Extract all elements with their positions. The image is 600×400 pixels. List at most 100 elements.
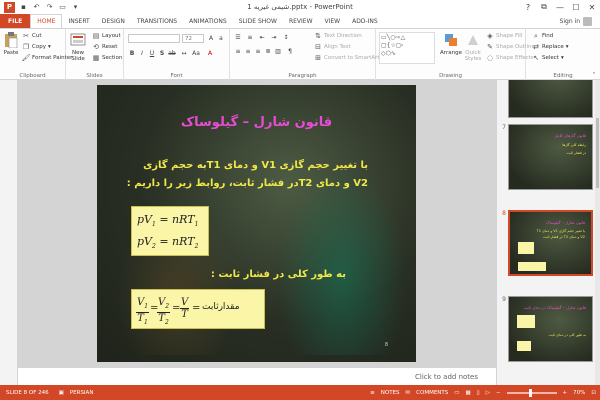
shape-chevron-icon[interactable]: › xyxy=(401,42,403,49)
undo-icon[interactable]: ↶ xyxy=(32,3,41,12)
slide-text-line[interactable]: با تغییر حجم گازی V1 و دمای T1به حجم گاز… xyxy=(143,160,368,171)
decrease-indent-icon[interactable]: ⇤ xyxy=(258,33,266,41)
reset-button[interactable]: ⟲ Reset xyxy=(92,43,117,51)
collapse-ribbon-icon[interactable]: ˄ xyxy=(590,71,598,79)
align-right-icon[interactable]: ≡ xyxy=(254,47,262,55)
tab-view[interactable]: VIEW xyxy=(319,14,347,28)
equation-box[interactable]: V1 T1 = V2 T2 = V T = مقدارثابت xyxy=(131,289,265,329)
shapes-gallery[interactable]: ▭╲○⇨△ ▢{☆◻› ◇⬡∿ xyxy=(379,32,435,64)
proofing-icon[interactable]: ▣ xyxy=(59,390,64,396)
thumbnail-item[interactable]: 9 قانون شارل – گیلوساک در دمای ثابت به ط… xyxy=(501,296,595,368)
text-direction-button[interactable]: ⇅ Text Direction xyxy=(314,32,362,40)
slide-text-line[interactable]: به طور کلی در فشار ثابت : xyxy=(211,269,346,280)
text-shadow-icon[interactable]: S xyxy=(158,49,166,57)
columns-icon[interactable]: ▥ xyxy=(274,47,282,55)
align-left-icon[interactable]: ≡ xyxy=(234,47,242,55)
reading-view-icon[interactable]: ▯ xyxy=(477,390,480,396)
tab-add-ins[interactable]: ADD-INS xyxy=(346,14,384,28)
zoom-level[interactable]: 70% xyxy=(573,390,585,396)
arrange-button[interactable]: Arrange xyxy=(440,31,462,56)
ribbon-display-options-button[interactable]: ⧉ xyxy=(536,0,552,14)
fit-slide-icon[interactable]: ⊡ xyxy=(591,390,596,396)
start-slideshow-icon[interactable]: ▭ xyxy=(58,3,67,12)
thumbnail-slide-image xyxy=(508,80,593,118)
sign-in[interactable]: Sign in xyxy=(560,14,592,28)
tab-review[interactable]: REVIEW xyxy=(283,14,319,28)
replace-button[interactable]: ⇄ Replace ▾ xyxy=(532,43,568,51)
shape-fill-button[interactable]: ◈ Shape Fill xyxy=(486,32,522,40)
scrollbar-thumb[interactable] xyxy=(596,118,599,188)
justify-icon[interactable]: ≣ xyxy=(264,47,272,55)
slide-title[interactable]: قانون شارل – گیلوساک xyxy=(97,115,416,130)
grow-font-icon[interactable]: A xyxy=(207,34,215,42)
tab-home[interactable]: HOME xyxy=(30,14,63,28)
change-case-icon[interactable]: Aa xyxy=(192,49,200,57)
tab-file[interactable]: FILE xyxy=(0,14,31,28)
customize-qat-icon[interactable]: ▾ xyxy=(71,3,80,12)
bold-icon[interactable]: B xyxy=(128,49,136,57)
close-button[interactable]: ✕ xyxy=(584,0,600,14)
zoom-in-icon[interactable]: + xyxy=(563,390,568,396)
numbering-icon[interactable]: ≡ xyxy=(246,33,254,41)
tab-design[interactable]: DESIGN xyxy=(96,14,131,28)
font-color-icon[interactable]: A xyxy=(206,49,214,57)
normal-view-icon[interactable]: ▭ xyxy=(454,390,459,396)
title-bar: P ▪ ↶ ↷ ▭ ▾ شیمی غیریه 1.pptx - PowerPoi… xyxy=(0,0,600,14)
tab-transitions[interactable]: TRANSITIONS xyxy=(131,14,183,28)
equation-box[interactable]: pV1 = nRT1 pV2 = nRT2 xyxy=(131,206,209,256)
bullets-icon[interactable]: ☰ xyxy=(234,33,242,41)
new-slide-button[interactable]: New Slide xyxy=(68,31,88,62)
eq-subscript: 2 xyxy=(194,243,199,251)
character-spacing-icon[interactable]: ↔ xyxy=(180,49,188,57)
font-size-input[interactable]: 72 xyxy=(182,34,204,43)
underline-icon[interactable]: U xyxy=(148,49,156,57)
shrink-font-icon[interactable]: a xyxy=(217,34,225,42)
cut-button[interactable]: ✂ Cut xyxy=(22,32,41,40)
copy-button[interactable]: ❐ Copy ▾ xyxy=(22,43,51,51)
format-painter-button[interactable]: 🖌 Format Painter xyxy=(22,54,73,62)
thumbnail-item[interactable]: 7 قانون گازهای کامل رابطه کلی گازها در ف… xyxy=(501,124,595,196)
strikethrough-icon[interactable]: ab xyxy=(168,49,176,57)
paste-button[interactable]: Paste xyxy=(2,31,20,56)
shape-triangle-icon[interactable]: △ xyxy=(401,34,406,41)
notes-toggle[interactable]: NOTES xyxy=(381,390,400,396)
comments-toggle[interactable]: COMMENTS xyxy=(416,390,448,396)
zoom-slider-knob[interactable] xyxy=(528,388,532,397)
fraction: V2 T2 xyxy=(157,297,171,328)
line-spacing-icon[interactable]: ↕ xyxy=(282,33,290,41)
italic-icon[interactable]: I xyxy=(138,49,146,57)
section-button[interactable]: ▦ Section xyxy=(92,54,123,62)
help-button[interactable]: ? xyxy=(520,0,536,14)
find-button[interactable]: ⌕ Find xyxy=(532,32,553,40)
slideshow-view-icon[interactable]: ▷ xyxy=(486,390,490,396)
thumbnail-partial[interactable] xyxy=(501,80,595,124)
slide-text-line[interactable]: V2 و دمای T2در فشار ثابت، روابط زیر را د… xyxy=(127,178,368,189)
maximize-button[interactable]: ☐ xyxy=(568,0,584,14)
thumbnails-scrollbar[interactable] xyxy=(595,80,600,385)
save-icon[interactable]: ▪ xyxy=(19,3,28,12)
convert-smartart-button[interactable]: ⊞ Convert to SmartArt xyxy=(314,54,380,62)
align-center-icon[interactable]: ≡ xyxy=(244,47,252,55)
rtl-icon[interactable]: ¶ xyxy=(286,47,294,55)
select-button[interactable]: ↖ Select ▾ xyxy=(532,54,564,62)
minimize-button[interactable]: — xyxy=(552,0,568,14)
increase-indent-icon[interactable]: ⇥ xyxy=(270,33,278,41)
font-name-input[interactable] xyxy=(128,34,180,43)
current-slide[interactable]: قانون شارل – گیلوساک با تغییر حجم گازی V… xyxy=(97,85,416,362)
thumbnail-item-selected[interactable]: 8 قانون شارل – گیلوساک با تغییر حجم گازی… xyxy=(501,210,595,282)
redo-icon[interactable]: ↷ xyxy=(45,3,54,12)
zoom-slider[interactable] xyxy=(506,388,557,397)
zoom-out-icon[interactable]: − xyxy=(496,390,501,396)
fraction-numerator: V1 xyxy=(136,297,150,313)
tab-insert[interactable]: INSERT xyxy=(62,14,95,28)
shape-curve-icon[interactable]: ∿ xyxy=(391,50,396,57)
align-text-button[interactable]: ⊟ Align Text xyxy=(314,43,351,51)
tab-animations[interactable]: ANIMATIONS xyxy=(183,14,233,28)
tab-slide-show[interactable]: SLIDE SHOW xyxy=(233,14,283,28)
quick-styles-button[interactable]: Quick Styles xyxy=(462,31,484,62)
slide-sorter-icon[interactable]: ▦ xyxy=(465,390,470,396)
layout-button[interactable]: ▤ Layout xyxy=(92,32,121,40)
notes-pane[interactable]: Click to add notes xyxy=(18,367,496,385)
slide-canvas[interactable]: قانون شارل – گیلوساک با تغییر حجم گازی V… xyxy=(18,80,496,367)
language-indicator[interactable]: PERSIAN xyxy=(70,390,94,396)
